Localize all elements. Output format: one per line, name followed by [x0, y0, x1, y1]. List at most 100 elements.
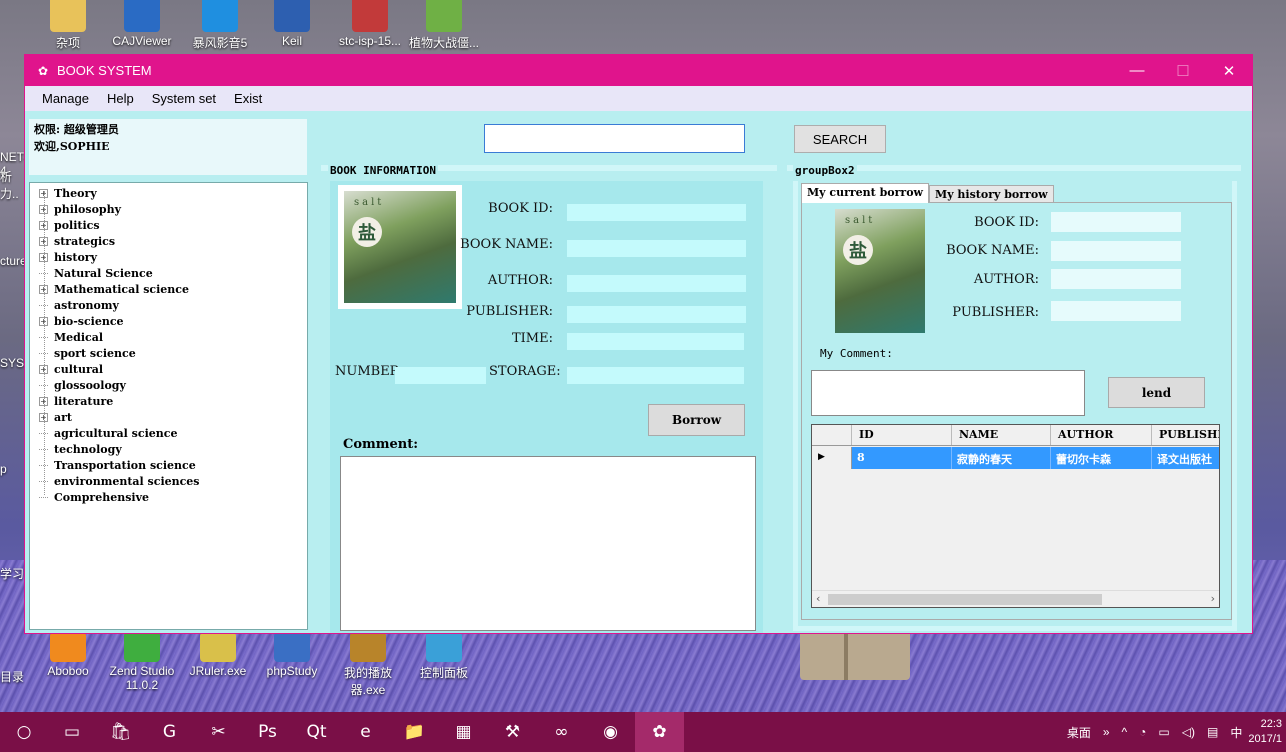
cell-publisher[interactable]: 译文出版社 [1152, 447, 1219, 469]
desktop-edge-label[interactable]: 学习 [0, 565, 24, 582]
close-button[interactable]: ✕ [1206, 55, 1252, 86]
desktop-shortcut[interactable]: Keil [252, 0, 332, 48]
tree-node[interactable]: + philosophy [30, 201, 307, 217]
scroll-left-icon[interactable]: ‹ [816, 592, 820, 605]
task-view-icon[interactable]: ▭ [48, 712, 96, 752]
tree-node[interactable]: Comprehensive [30, 489, 307, 505]
battery-icon[interactable]: ▭ [1158, 725, 1169, 739]
tree-node[interactable]: + Theory [30, 185, 307, 201]
tree-node[interactable]: + history [30, 249, 307, 265]
snipping-icon[interactable]: ✂ [194, 712, 243, 752]
calculator-icon[interactable]: ▦ [439, 712, 488, 752]
tree-node[interactable]: sport science [30, 345, 307, 361]
scroll-thumb[interactable] [828, 594, 1102, 605]
minimize-button[interactable]: — [1114, 55, 1160, 86]
tree-node[interactable]: + art [30, 409, 307, 425]
grid-col-publisher[interactable]: PUBLISHI [1152, 425, 1219, 445]
desktop-edge-label[interactable]: p [0, 462, 24, 476]
search-input[interactable] [484, 124, 745, 153]
scroll-right-icon[interactable]: › [1211, 592, 1215, 605]
expand-icon[interactable]: + [39, 412, 48, 422]
expand-icon[interactable]: + [39, 396, 48, 406]
grid-col-name[interactable]: NAME [952, 425, 1051, 445]
expand-icon[interactable]: + [39, 364, 48, 374]
desktop-shortcut[interactable]: 暴风影音5 [180, 0, 260, 51]
category-tree[interactable]: + Theory + philosophy + politics + strategics + h… [29, 182, 308, 630]
title-bar[interactable]: ✿ BOOK SYSTEM — ☐ ✕ [25, 55, 1252, 86]
desktop-edge-label[interactable]: 目录 [0, 668, 24, 685]
clock[interactable]: 22:3 2017/1 [1248, 717, 1282, 747]
tree-node[interactable]: environmental sciences [30, 473, 307, 489]
overflow-icon[interactable]: » [1103, 725, 1110, 739]
tree-node[interactable]: astronomy [30, 297, 307, 313]
edge-icon[interactable]: e [341, 712, 390, 752]
tree-node[interactable]: + bio-science [30, 313, 307, 329]
tree-node[interactable]: glossoology [30, 377, 307, 393]
cell-id[interactable]: 8 [852, 447, 952, 469]
expand-icon[interactable]: + [39, 316, 48, 326]
store-icon[interactable]: 🛍 [96, 712, 145, 752]
desktop-shortcut[interactable]: 控制面板 [404, 632, 484, 681]
desktop-shortcut[interactable]: 我的播放器.exe [328, 632, 408, 698]
desktop-shortcut[interactable]: Aboboo [28, 632, 108, 678]
expand-icon[interactable]: + [39, 236, 48, 246]
expand-icon[interactable]: + [39, 188, 48, 198]
desktop-shortcut[interactable]: 杂项 [28, 0, 108, 51]
expand-icon[interactable]: + [39, 204, 48, 214]
cell-name[interactable]: 寂静的春天 [952, 447, 1051, 469]
volume-icon[interactable]: ◁) [1182, 725, 1195, 739]
table-row[interactable]: ▶ 8 寂静的春天 蕾切尔卡森 译文出版社 [812, 447, 1219, 469]
menu-system-set[interactable]: System set [143, 91, 225, 106]
lend-button[interactable]: lend [1108, 377, 1205, 408]
tree-node[interactable]: + politics [30, 217, 307, 233]
pdf-icon[interactable]: G [145, 712, 194, 752]
grid-col-author[interactable]: AUTHOR [1051, 425, 1152, 445]
book-system-icon[interactable]: ✿ [635, 712, 684, 752]
explorer-icon[interactable]: 📁 [390, 712, 439, 752]
desktop-shortcut[interactable]: CAJViewer [102, 0, 182, 48]
expand-icon[interactable]: + [39, 252, 48, 262]
cortana-icon[interactable]: ○ [0, 712, 48, 752]
infinity-icon[interactable]: ∞ [537, 712, 586, 752]
comment-textarea[interactable] [340, 456, 756, 631]
menu-help[interactable]: Help [98, 91, 143, 106]
tree-node[interactable]: + Mathematical science [30, 281, 307, 297]
desktop-shortcut[interactable]: stc-isp-15... [330, 0, 410, 48]
tree-node[interactable]: agricultural science [30, 425, 307, 441]
tab-history-borrow[interactable]: My history borrow [929, 185, 1054, 202]
tree-node[interactable]: + literature [30, 393, 307, 409]
tree-node[interactable]: + cultural [30, 361, 307, 377]
qt-icon[interactable]: Qt [292, 712, 341, 752]
borrow-button[interactable]: Borrow [648, 404, 745, 436]
chevron-up-icon[interactable]: ^ [1122, 725, 1128, 739]
my-comment-textarea[interactable] [811, 370, 1085, 416]
desktop-shortcut[interactable]: Zend Studio 11.0.2 [102, 632, 182, 692]
desktop-edge-label[interactable]: 析力.. [0, 168, 24, 202]
desktop-shortcut[interactable]: JRuler.exe [178, 632, 258, 678]
notification-icon[interactable]: ▤ [1207, 725, 1218, 739]
tree-node[interactable]: technology [30, 441, 307, 457]
row-selector-icon[interactable]: ▶ [812, 447, 852, 469]
expand-icon[interactable]: + [39, 220, 48, 230]
maximize-button[interactable]: ☐ [1160, 55, 1206, 86]
borrow-grid[interactable]: ID NAME AUTHOR PUBLISHI ▶ 8 寂静的春天 蕾切尔卡森 … [811, 424, 1220, 608]
tree-node[interactable]: + strategics [30, 233, 307, 249]
desktop-shortcut[interactable]: 植物大战僵... [404, 0, 484, 51]
menu-manage[interactable]: Manage [25, 91, 98, 106]
search-button[interactable]: SEARCH [794, 125, 886, 153]
expand-icon[interactable]: + [39, 284, 48, 294]
desktop-edge-label[interactable]: SYS... [0, 356, 34, 370]
tray-desktop-label[interactable]: 桌面 [1067, 724, 1091, 741]
tree-node[interactable]: Transportation science [30, 457, 307, 473]
tree-node[interactable]: Natural Science [30, 265, 307, 281]
tab-current-borrow[interactable]: My current borrow [801, 183, 930, 203]
browser-icon[interactable]: ◉ [586, 712, 635, 752]
menu-exist[interactable]: Exist [225, 91, 271, 106]
desktop-edge-label[interactable]: cture [0, 254, 27, 268]
grid-col-id[interactable]: ID [852, 425, 952, 445]
tree-node[interactable]: Medical [30, 329, 307, 345]
photoshop-icon[interactable]: Ps [243, 712, 292, 752]
ime-indicator[interactable]: 中 [1230, 724, 1242, 741]
horizontal-scrollbar[interactable]: ‹ › [812, 590, 1219, 607]
tools-icon[interactable]: ⚒ [488, 712, 537, 752]
